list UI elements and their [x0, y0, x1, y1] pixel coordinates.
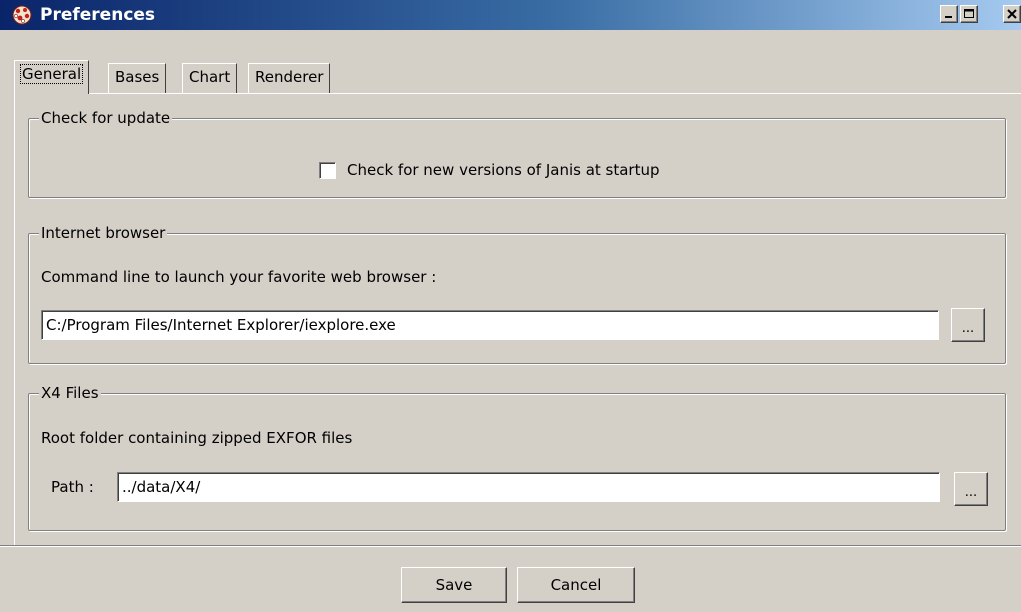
close-icon — [1007, 9, 1017, 19]
maximize-icon — [964, 9, 974, 18]
tab-renderer-label: Renderer — [255, 68, 324, 86]
preferences-window: Preferences General Bases Chart Renderer — [0, 0, 1021, 612]
window-title: Preferences — [40, 5, 156, 25]
save-button[interactable]: Save — [401, 567, 507, 603]
tab-renderer[interactable]: Renderer — [248, 63, 331, 93]
tab-chart-label: Chart — [189, 68, 231, 86]
general-tab-panel — [14, 93, 1021, 545]
minimize-button[interactable] — [940, 5, 958, 23]
maximize-button[interactable] — [960, 5, 978, 23]
tab-bases[interactable]: Bases — [108, 63, 167, 93]
footer-separator — [0, 545, 1021, 547]
tab-general[interactable]: General — [14, 60, 90, 94]
tab-chart[interactable]: Chart — [182, 63, 238, 93]
title-bar[interactable]: Preferences — [0, 0, 1021, 30]
cancel-button[interactable]: Cancel — [517, 567, 635, 603]
minimize-icon — [945, 16, 952, 18]
tab-bases-label: Bases — [115, 68, 160, 86]
close-button[interactable] — [1003, 5, 1021, 23]
tab-general-label: General — [19, 64, 84, 84]
janis-app-icon — [12, 5, 32, 25]
